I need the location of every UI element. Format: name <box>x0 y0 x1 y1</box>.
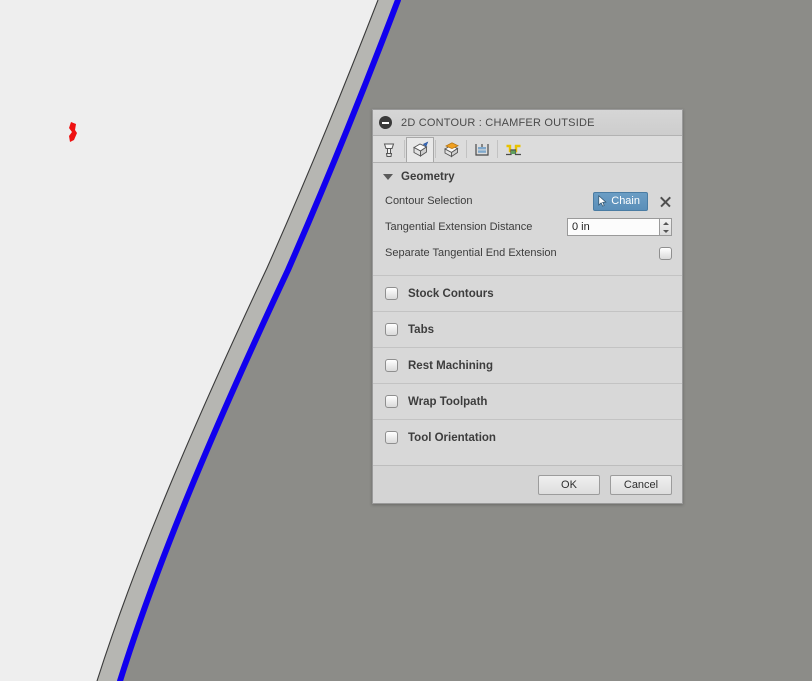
dialog-title: 2D CONTOUR : CHAMFER OUTSIDE <box>401 116 595 129</box>
cursor-arrow-icon <box>598 195 607 207</box>
triangle-down-icon[interactable] <box>383 174 393 180</box>
app-root: 2D CONTOUR : CHAMFER OUTSIDE Geometry Co… <box>0 0 812 681</box>
tab-separator <box>497 140 498 158</box>
row-separate-tangential-end-extension: Separate Tangential End Extension <box>373 240 682 266</box>
tangential-extension-distance-stepper[interactable]: 0 in <box>567 218 672 236</box>
chain-button-label: Chain <box>611 195 640 207</box>
linking-icon <box>505 144 521 156</box>
separate-tangential-end-extension-checkbox[interactable] <box>659 246 672 260</box>
dialog-body: Geometry Contour Selection Chain Tangent… <box>373 163 682 465</box>
heights-cube-icon <box>443 142 459 158</box>
wrap-toolpath-checkbox[interactable] <box>385 395 398 408</box>
section-header-geometry[interactable]: Geometry <box>373 166 682 188</box>
section-title-rest-machining: Rest Machining <box>408 359 493 372</box>
section-title-tabs: Tabs <box>408 323 434 336</box>
triangle-up-icon[interactable] <box>660 219 671 227</box>
row-tangential-extension-distance: Tangential Extension Distance 0 in <box>373 214 682 240</box>
tabs-checkbox[interactable] <box>385 323 398 336</box>
stock-contours-checkbox[interactable] <box>385 287 398 300</box>
tab-separator <box>466 140 467 158</box>
origin-marker <box>69 122 77 142</box>
label-separate-tangential-end-extension: Separate Tangential End Extension <box>385 247 557 259</box>
tab-passes[interactable] <box>468 137 496 162</box>
section-title-stock-contours: Stock Contours <box>408 287 494 300</box>
section-tabs[interactable]: Tabs <box>373 311 682 347</box>
section-stock-contours[interactable]: Stock Contours <box>373 275 682 311</box>
tab-geometry[interactable] <box>406 137 434 162</box>
minus-circle-icon[interactable] <box>379 116 392 129</box>
tab-linking[interactable] <box>499 137 527 162</box>
section-wrap-toolpath[interactable]: Wrap Toolpath <box>373 383 682 419</box>
section-rest-machining[interactable]: Rest Machining <box>373 347 682 383</box>
tab-separator <box>435 140 436 158</box>
dialog-tabstrip[interactable] <box>373 136 682 163</box>
section-title-geometry: Geometry <box>401 171 455 183</box>
section-tool-orientation[interactable]: Tool Orientation <box>373 419 682 455</box>
tab-heights[interactable] <box>437 137 465 162</box>
triangle-down-icon[interactable] <box>660 227 671 235</box>
geometry-cube-icon <box>412 141 428 157</box>
tangential-extension-distance-input[interactable]: 0 in <box>567 218 659 236</box>
passes-icon <box>475 144 489 156</box>
operation-dialog[interactable]: 2D CONTOUR : CHAMFER OUTSIDE Geometry Co… <box>372 109 683 504</box>
end-mill-tool-icon <box>383 143 395 157</box>
dialog-footer: OK Cancel <box>373 465 682 503</box>
stepper-buttons[interactable] <box>659 218 672 236</box>
tab-separator <box>404 140 405 158</box>
label-tangential-extension-distance: Tangential Extension Distance <box>385 221 533 233</box>
rest-machining-checkbox[interactable] <box>385 359 398 372</box>
label-contour-selection: Contour Selection <box>385 195 473 207</box>
chain-selection-button[interactable]: Chain <box>593 191 648 211</box>
cancel-button[interactable]: Cancel <box>610 474 672 495</box>
tab-tool[interactable] <box>375 137 403 162</box>
tool-orientation-checkbox[interactable] <box>385 431 398 444</box>
row-contour-selection: Contour Selection Chain <box>373 188 682 214</box>
ok-button[interactable]: OK <box>538 474 600 495</box>
section-title-tool-orientation: Tool Orientation <box>408 431 496 444</box>
dialog-titlebar[interactable]: 2D CONTOUR : CHAMFER OUTSIDE <box>373 110 682 136</box>
close-x-icon[interactable] <box>659 195 672 208</box>
section-title-wrap-toolpath: Wrap Toolpath <box>408 395 488 408</box>
